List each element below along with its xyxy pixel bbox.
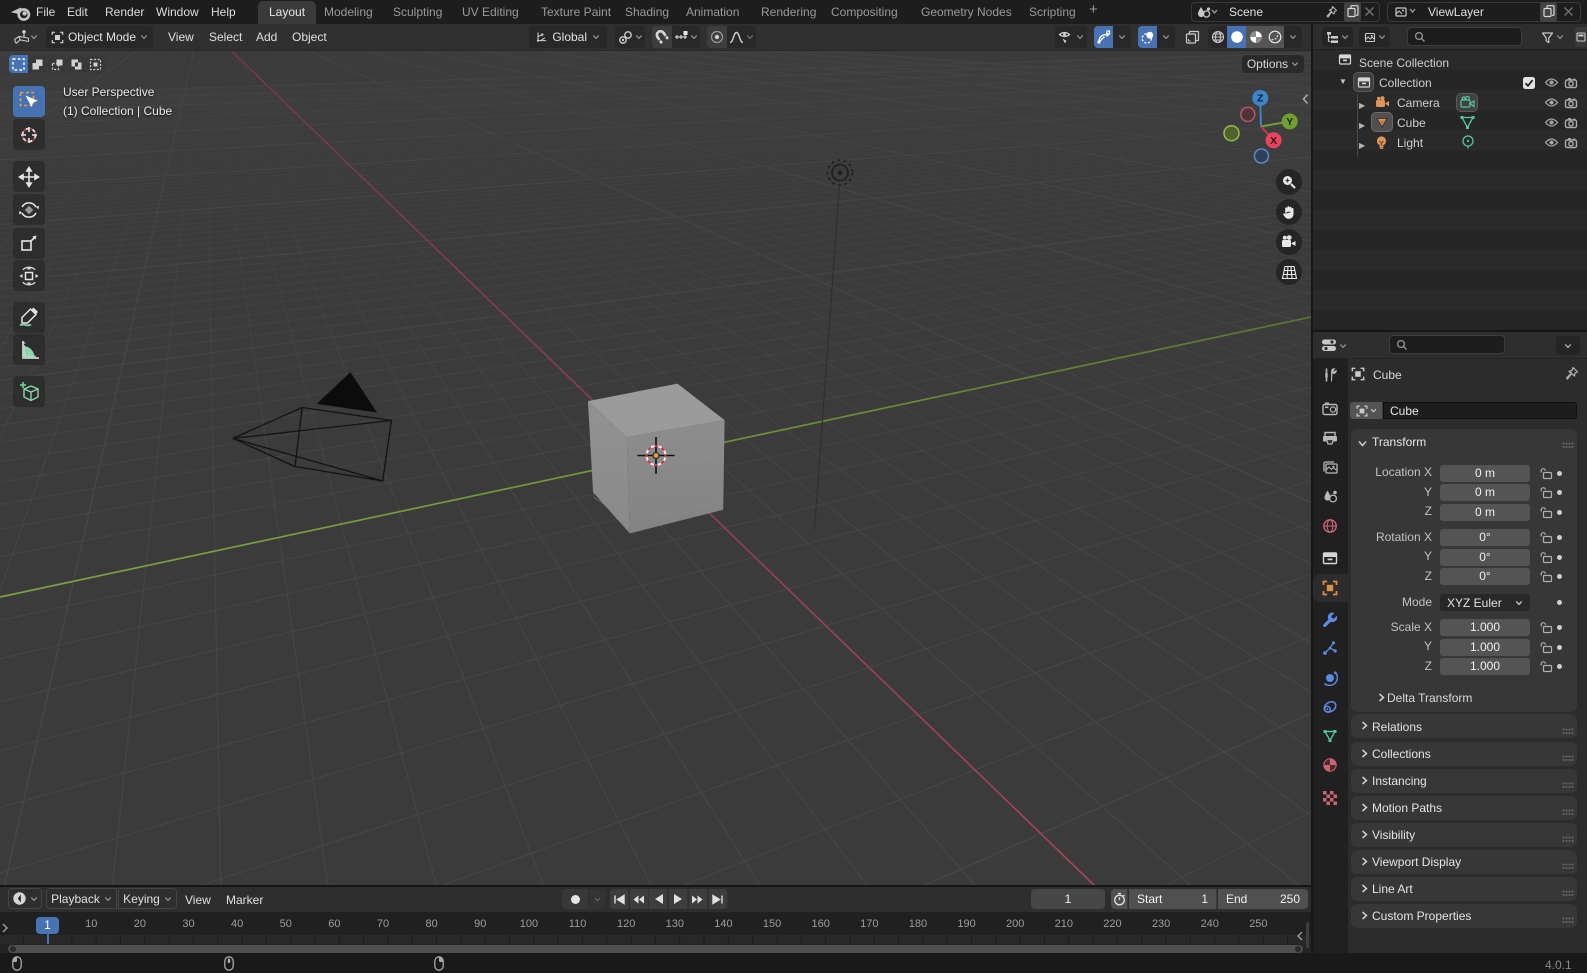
svg-text:Y: Y [1286, 116, 1293, 128]
svg-text:X: X [1270, 135, 1277, 147]
svg-text:Z: Z [1257, 93, 1264, 105]
